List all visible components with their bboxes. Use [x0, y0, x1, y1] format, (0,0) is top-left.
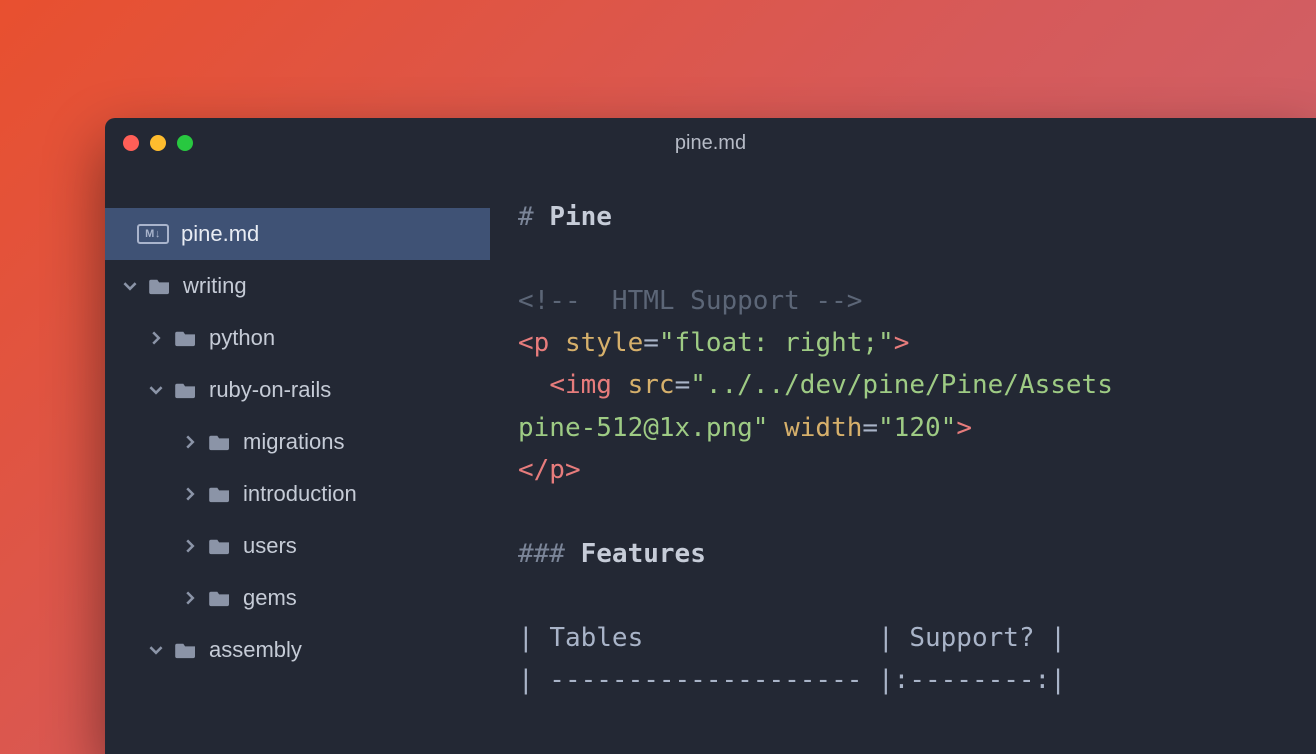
chevron-right-icon	[149, 331, 163, 345]
editor-line: <p style="float: right;">	[518, 322, 1316, 364]
folder-icon	[175, 381, 197, 399]
chevron-down-icon	[123, 279, 137, 293]
chevron-right-icon	[183, 591, 197, 605]
sidebar-folder-label: migrations	[243, 429, 344, 455]
folder-icon	[209, 433, 231, 451]
chevron-right-icon	[183, 435, 197, 449]
editor-line: # Pine	[518, 196, 1316, 238]
editor-pane[interactable]: # Pine <!-- HTML Support --><p style="fl…	[490, 168, 1316, 754]
editor-line	[518, 238, 1316, 280]
markdown-file-icon: M↓	[137, 224, 169, 244]
sidebar-folder-writing[interactable]: writing	[105, 260, 490, 312]
sidebar-file-label: pine.md	[181, 221, 259, 247]
folder-icon	[149, 277, 171, 295]
editor-line: | -------------------- |:--------:|	[518, 659, 1316, 701]
file-sidebar: M↓ pine.md writing python	[105, 168, 490, 754]
chevron-down-icon	[149, 643, 163, 657]
app-window: pine.md M↓ pine.md writing	[105, 118, 1316, 754]
sidebar-folder-label: ruby-on-rails	[209, 377, 331, 403]
sidebar-folder-label: writing	[183, 273, 247, 299]
window-title: pine.md	[105, 132, 1316, 155]
sidebar-folder-migrations[interactable]: migrations	[105, 416, 490, 468]
sidebar-folder-label: python	[209, 325, 275, 351]
close-window-button[interactable]	[123, 135, 139, 151]
editor-line	[518, 575, 1316, 617]
fullscreen-window-button[interactable]	[177, 135, 193, 151]
editor-line: pine-512@1x.png" width="120">	[518, 407, 1316, 449]
titlebar: pine.md	[105, 118, 1316, 168]
folder-icon	[209, 537, 231, 555]
sidebar-folder-label: assembly	[209, 637, 302, 663]
folder-icon	[209, 589, 231, 607]
sidebar-folder-label: users	[243, 533, 297, 559]
folder-icon	[175, 329, 197, 347]
traffic-lights	[123, 135, 193, 151]
minimize-window-button[interactable]	[150, 135, 166, 151]
editor-line	[518, 491, 1316, 533]
folder-icon	[209, 485, 231, 503]
editor-line: <!-- HTML Support -->	[518, 280, 1316, 322]
folder-icon	[175, 641, 197, 659]
sidebar-folder-introduction[interactable]: introduction	[105, 468, 490, 520]
sidebar-folder-gems[interactable]: gems	[105, 572, 490, 624]
sidebar-folder-users[interactable]: users	[105, 520, 490, 572]
sidebar-folder-ruby-on-rails[interactable]: ruby-on-rails	[105, 364, 490, 416]
editor-line: | Tables | Support? |	[518, 617, 1316, 659]
chevron-right-icon	[183, 487, 197, 501]
sidebar-folder-assembly[interactable]: assembly	[105, 624, 490, 676]
window-body: M↓ pine.md writing python	[105, 168, 1316, 754]
editor-line: ### Features	[518, 533, 1316, 575]
chevron-down-icon	[149, 383, 163, 397]
editor-line: <img src="../../dev/pine/Pine/Assets	[518, 364, 1316, 406]
chevron-right-icon	[183, 539, 197, 553]
editor-line: </p>	[518, 449, 1316, 491]
sidebar-folder-label: gems	[243, 585, 297, 611]
sidebar-file-pine-md[interactable]: M↓ pine.md	[105, 208, 490, 260]
sidebar-folder-label: introduction	[243, 481, 357, 507]
sidebar-folder-python[interactable]: python	[105, 312, 490, 364]
